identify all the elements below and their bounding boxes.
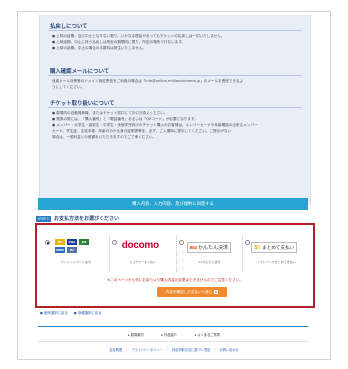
change-notice: ※このページから先にお戻りより購入内容の変更はできませんのでご注意ください。 [107,278,243,282]
payment-option-docomo[interactable]: docomo ドコモケータイ払い [110,236,177,272]
section-divider [48,107,302,108]
footer-link-legal[interactable]: 特定商取引法に基づく表記 [172,347,210,352]
ticket-line: ● 劇場内の自動発券機、またはチケット窓口にてお引き換えください。 [52,111,168,115]
proceed-to-payment-button[interactable]: 内容を確認しお支払いへ進む ▶ [157,287,227,297]
payment-option-softbank[interactable]: S! まとめて支払い ソフトバンクまとめて支払い [243,236,309,272]
footer-links: 会社概要 | プライバシーポリシー | 特定商取引法に基づく表記 | お問い合わ… [18,347,330,352]
au-logo: au かんたん決済 [186,242,231,253]
card-logo-icon: MC [55,239,65,245]
separator: | [126,347,128,351]
section-divider [48,30,302,31]
radio-credit-card[interactable] [45,240,50,245]
radio-au[interactable] [178,240,184,245]
info-panel: 払戻しについて ● 上映の延期、及び中止となりない限り、いかなる理由があってもチ… [39,15,311,205]
card-brand-logos: MC VISA JCB AMEX DC [55,239,93,253]
back-to-seat-link[interactable]: ● 座席選択に戻る [40,310,68,315]
back-to-ticket-type-link[interactable]: ● 券種選択に戻る [74,310,102,315]
page-frame: 払戻しについて ● 上映の延期、及び中止となりない限り、いかなる理由があってもチ… [17,11,331,360]
payment-caption: auかんたん決済 [198,260,221,264]
step-header: STEP 1 お支払方法をお選びください [36,214,119,223]
separator: | [214,347,216,351]
footer-link-contact[interactable]: お問い合わせ [219,347,238,352]
softbank-logo-mark: S! [254,244,261,251]
step-title: お支払方法をお選びください [53,216,119,222]
payment-caption: ソフトバンクまとめて支払い [256,260,296,264]
footer-link-privacy[interactable]: プライバシーポリシー [131,347,163,352]
footer-divider [38,326,308,327]
visa-logo-icon: VISA [67,239,77,245]
back-links: ● 座席選択に戻る ● 券種選択に戻る [40,310,102,315]
softbank-logo: S! まとめて支払い [251,242,298,253]
agree-confirm-label: 購入内容、入力内容、及び規約に同意する [132,202,214,207]
agree-confirm-button[interactable]: 購入内容、入力内容、及び規約に同意する [38,198,308,210]
docomo-logo: docomo [121,240,159,251]
ticket-line: ● メンバー・大学生・高校生・中学生・未就学児向けのチケット購入のお客様は、メン… [52,123,258,127]
payment-option-au[interactable]: au かんたん決済 auかんたん決済 [177,236,244,272]
refund-line: ● 上映延期、中止に伴う払戻しは所定の期間内に限り、所定の場所で行ないます。 [52,40,186,44]
radio-softbank[interactable] [245,240,251,245]
softbank-logo-text: まとめて支払い [262,245,295,251]
ticket-line: 場合は、一般料金との差額をいただきますのでご了承ください。 [52,135,157,139]
footer-nav-movies[interactable]: ▸ 作品紹介 [162,332,177,337]
footer-link-company[interactable]: 会社概要 [109,347,122,352]
au-logo-text: かんたん決済 [197,245,228,251]
radio-docomo[interactable] [111,240,117,245]
email-line: 迷惑メール対策等のドメイン指定受信をご利用の場合は「info@online-mi… [52,79,244,83]
separator: | [167,347,169,351]
step-badge: STEP 1 [36,215,51,222]
footer-nav: ▸ 劇場案内 ▸ 作品紹介 ▸ よくあるご質問 [18,332,330,337]
ticket-line: ● 発券の際には、「購入番号」と「電話番号」あるいは「QRコード」が必要となりま… [52,117,198,121]
ticket-line: カード、学生証、生徒手帳、年齢の分かる身分証明書等を、必ず、ご入場時に提示してく… [52,129,232,133]
jcb-logo-icon: JCB [79,239,89,245]
email-line: うにしてください。 [52,85,85,89]
payment-methods: MC VISA JCB AMEX DC クレジットカード決済 docomo ドコ… [43,236,309,272]
proceed-label: 内容を確認しお支払いへ進む [165,289,213,294]
ticket-section-title: チケット取り扱いについて [50,101,115,107]
payment-caption: ドコモケータイ払い [129,260,157,264]
refund-line: ● 上映の延期、及び中止となりない限り、いかなる理由があってもチケットの払戻しは… [52,34,225,38]
footer-divider [38,341,308,342]
dc-logo-icon: DC [67,247,77,253]
payment-caption: クレジットカード決済 [60,260,91,264]
payment-option-credit-card[interactable]: MC VISA JCB AMEX DC クレジットカード決済 [43,236,110,272]
arrow-right-icon: ▶ [214,290,219,294]
footer-nav-faq[interactable]: ▸ よくあるご質問 [195,332,220,337]
amex-logo-icon: AMEX [55,247,65,253]
footer-nav-theater[interactable]: ▸ 劇場案内 [128,332,143,337]
section-divider [48,75,302,76]
refund-line: ● 上映の延期、中止の場合の手数料は発生いたしません。 [52,46,147,50]
email-section-title: 購入確認メールについて [50,69,110,75]
payment-method-box: MC VISA JCB AMEX DC クレジットカード決済 docomo ドコ… [35,223,315,308]
refund-section-title: 払戻しについて [50,24,88,30]
au-logo-mark: au [189,244,197,251]
